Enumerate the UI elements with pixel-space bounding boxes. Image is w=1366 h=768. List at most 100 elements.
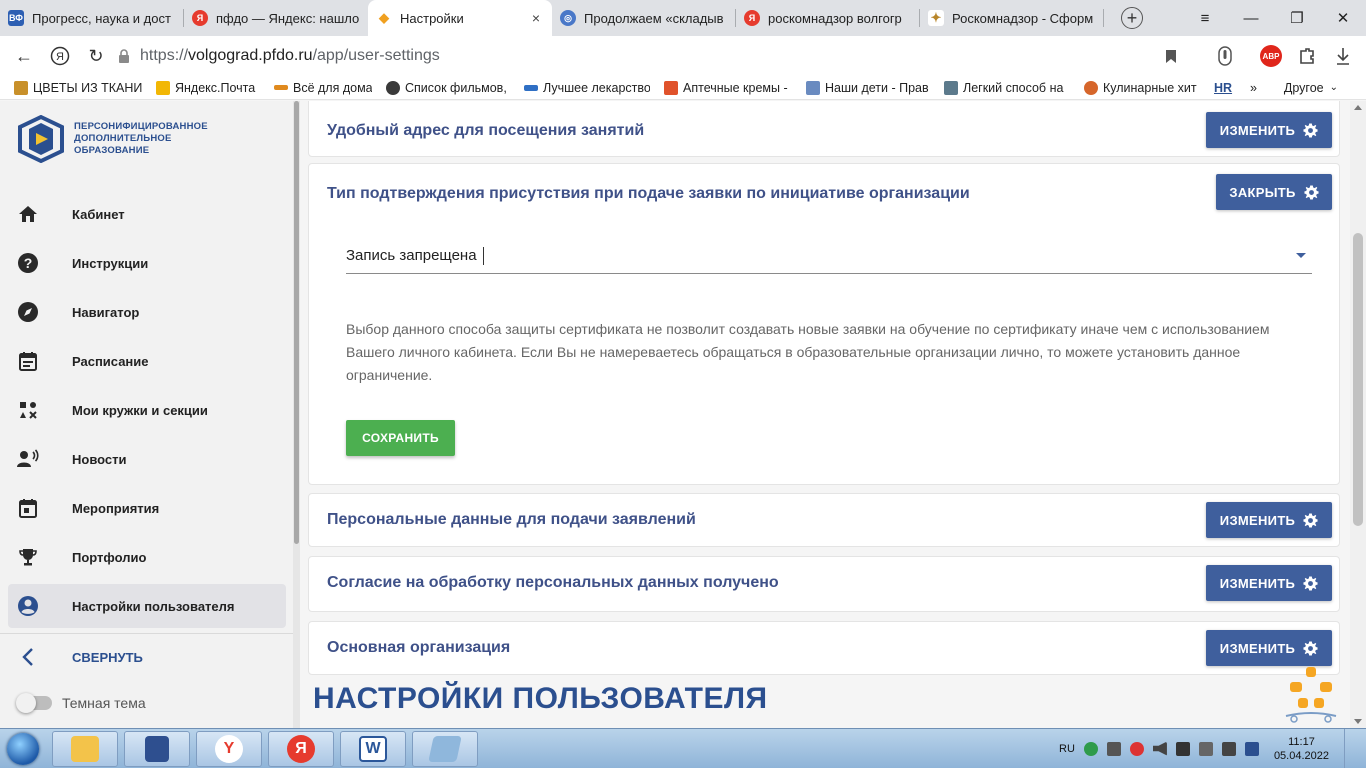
- browser-tab[interactable]: Я роскомнадзор волгогр: [736, 0, 920, 36]
- bookmarks-bar: ЦВЕТЫ ИЗ ТКАНИ Яндекс.Почта Всё для дома…: [0, 76, 1366, 100]
- url-host: volgograd.pfdo.ru: [188, 47, 313, 64]
- sidebar-item-events[interactable]: Мероприятия: [8, 486, 286, 530]
- floppy-disk-icon: [145, 735, 169, 762]
- bookmarks-overflow-button[interactable]: »: [1250, 81, 1264, 95]
- sidebar-item-user-settings[interactable]: Настройки пользователя: [8, 584, 286, 628]
- bookmark-item[interactable]: Яндекс.Почта: [156, 80, 260, 95]
- minimize-icon[interactable]: —: [1228, 0, 1274, 36]
- save-button[interactable]: СОХРАНИТЬ: [346, 420, 455, 456]
- bookmark-item[interactable]: Наши дети - Прав: [806, 80, 930, 95]
- language-indicator[interactable]: RU: [1059, 743, 1075, 755]
- page-scrollbar[interactable]: [1350, 101, 1366, 728]
- url-field[interactable]: https://volgograd.pfdo.ru/app/user-setti…: [118, 47, 440, 65]
- card-title: Тип подтверждения присутствия при подаче…: [327, 185, 970, 202]
- tab-title: Прогресс, наука и дост: [32, 10, 171, 26]
- scroll-down-icon[interactable]: [1354, 719, 1362, 724]
- dark-theme-label: Темная тема: [62, 695, 146, 711]
- change-organization-button[interactable]: ИЗМЕНИТЬ: [1206, 630, 1332, 666]
- browser-tab[interactable]: ✦ Роскомнадзор - Сформ: [920, 0, 1104, 36]
- toggle-switch[interactable]: [16, 693, 52, 713]
- tab-title: роскомнадзор волгогр: [768, 10, 902, 26]
- shield-icon[interactable]: [1083, 741, 1098, 756]
- clock[interactable]: 11:17 05.04.2022: [1274, 735, 1329, 763]
- change-personal-data-button[interactable]: ИЗМЕНИТЬ: [1206, 502, 1332, 538]
- browser-tab[interactable]: ◎ Продолжаем «складыв: [552, 0, 736, 36]
- logo-text-line: ПЕРСОНИФИЦИРОВАННОЕ: [74, 121, 208, 132]
- gear-icon: [1303, 640, 1318, 656]
- change-consent-button[interactable]: ИЗМЕНИТЬ: [1206, 565, 1332, 601]
- bookmark-item[interactable]: Легкий способ на: [944, 80, 1070, 95]
- clock-date: 05.04.2022: [1273, 749, 1329, 762]
- bookmark-item[interactable]: Всё для дома: [274, 81, 372, 95]
- scrollbar-thumb[interactable]: [1353, 233, 1363, 526]
- menu-icon[interactable]: ≡: [1182, 0, 1228, 36]
- reload-icon[interactable]: ↻: [78, 38, 114, 74]
- sidebar-item-my-clubs[interactable]: Мои кружки и секции: [8, 388, 286, 432]
- power-icon[interactable]: [1221, 741, 1236, 756]
- bookmark-item[interactable]: Лучшее лекарство: [524, 81, 650, 95]
- dark-theme-toggle[interactable]: Темная тема: [16, 693, 146, 713]
- sidebar-item-cabinet[interactable]: Кабинет: [8, 192, 286, 236]
- attendance-type-select[interactable]: Запись запрещена: [346, 238, 1312, 274]
- browser-tab-active[interactable]: ◆ Настройки ×: [368, 0, 552, 36]
- assistant-widget[interactable]: [1284, 664, 1338, 724]
- sidebar-item-portfolio[interactable]: Портфолио: [8, 535, 286, 579]
- mail-icon: [156, 80, 170, 95]
- pfdo-logo[interactable]: ПЕРСОНИФИЦИРОВАННОЕ ДОПОЛНИТЕЛЬНОЕ ОБРАЗ…: [16, 115, 208, 163]
- lock-icon: [119, 49, 129, 63]
- device-icon[interactable]: [1198, 741, 1213, 756]
- sidebar-scrollbar[interactable]: [293, 101, 300, 728]
- close-tab-icon[interactable]: ×: [528, 10, 544, 26]
- yandex-home-icon[interactable]: Я: [42, 38, 78, 74]
- change-address-button[interactable]: ИЗМЕНИТЬ: [1206, 112, 1332, 148]
- dropdown-arrow-icon[interactable]: [1296, 253, 1306, 258]
- bookmark-item[interactable]: HR: [1214, 81, 1236, 95]
- sidebar-item-news[interactable]: Новости: [8, 437, 286, 481]
- taskbar-word[interactable]: W: [340, 730, 406, 767]
- bookmark-item[interactable]: Список фильмов,: [386, 80, 510, 95]
- sidebar-item-instructions[interactable]: ? Инструкции: [8, 241, 286, 285]
- extensions-icon[interactable]: [1294, 43, 1320, 69]
- sidebar-item-schedule[interactable]: Расписание: [8, 339, 286, 383]
- restore-icon[interactable]: ❐: [1274, 0, 1320, 36]
- adblock-icon[interactable]: ABP: [1258, 43, 1284, 69]
- close-section-button[interactable]: ЗАКРЫТЬ: [1216, 174, 1332, 210]
- new-tab-button[interactable]: +: [1114, 0, 1150, 36]
- browser-tab[interactable]: ВФ Прогресс, наука и дост: [0, 0, 184, 36]
- start-button[interactable]: [0, 729, 46, 768]
- notification-icon[interactable]: [1244, 741, 1259, 756]
- taskbar-notepad[interactable]: [412, 730, 478, 767]
- browser-tab[interactable]: Я пфдо — Яндекс: нашло: [184, 0, 368, 36]
- bookmark-item[interactable]: Кулинарные хит: [1084, 80, 1200, 95]
- download-icon[interactable]: [1330, 43, 1356, 69]
- taskbar-yandex[interactable]: Я: [268, 730, 334, 767]
- windows-taskbar: Y Я W RU 11:17 05.04.2022: [0, 728, 1366, 768]
- antivirus-icon[interactable]: [1106, 741, 1121, 756]
- taskbar-explorer[interactable]: [52, 730, 118, 767]
- url-prefix: https://: [140, 47, 189, 64]
- settings-card-attendance-type: Тип подтверждения присутствия при подаче…: [308, 163, 1340, 485]
- bookmark-icon[interactable]: [1158, 43, 1184, 69]
- close-window-icon[interactable]: ✕: [1320, 0, 1366, 36]
- bookmark-item[interactable]: ЦВЕТЫ ИЗ ТКАНИ: [14, 80, 142, 95]
- scroll-up-icon[interactable]: [1354, 105, 1362, 110]
- scrollbar-thumb[interactable]: [294, 101, 299, 544]
- sidebar-divider: [0, 633, 293, 634]
- browser-tab-strip: ВФ Прогресс, наука и дост Я пфдо — Яндек…: [0, 0, 1366, 36]
- gear-icon: [1303, 575, 1318, 591]
- network-icon[interactable]: [1175, 741, 1190, 756]
- yandex-icon: Я: [192, 10, 208, 26]
- option-description: Выбор данного способа защиты сертификата…: [346, 321, 1270, 383]
- status-icon[interactable]: [1129, 741, 1144, 756]
- taskbar-save-app[interactable]: [124, 730, 190, 767]
- bookmark-item[interactable]: Аптечные кремы -: [664, 80, 792, 95]
- collapse-button[interactable]: СВЕРНУТЬ: [8, 635, 286, 679]
- sidebar-item-navigator[interactable]: Навигатор: [8, 290, 286, 334]
- taskbar-yandex-browser[interactable]: Y: [196, 730, 262, 767]
- back-arrow-icon[interactable]: ←: [6, 38, 42, 74]
- show-desktop-button[interactable]: [1344, 728, 1356, 768]
- other-bookmarks-button[interactable]: Другое ⌄: [1284, 81, 1338, 95]
- volume-icon[interactable]: [1152, 741, 1167, 756]
- settings-content: Удобный адрес для посещения занятий ИЗМЕ…: [300, 101, 1350, 728]
- protect-icon[interactable]: [1212, 43, 1238, 69]
